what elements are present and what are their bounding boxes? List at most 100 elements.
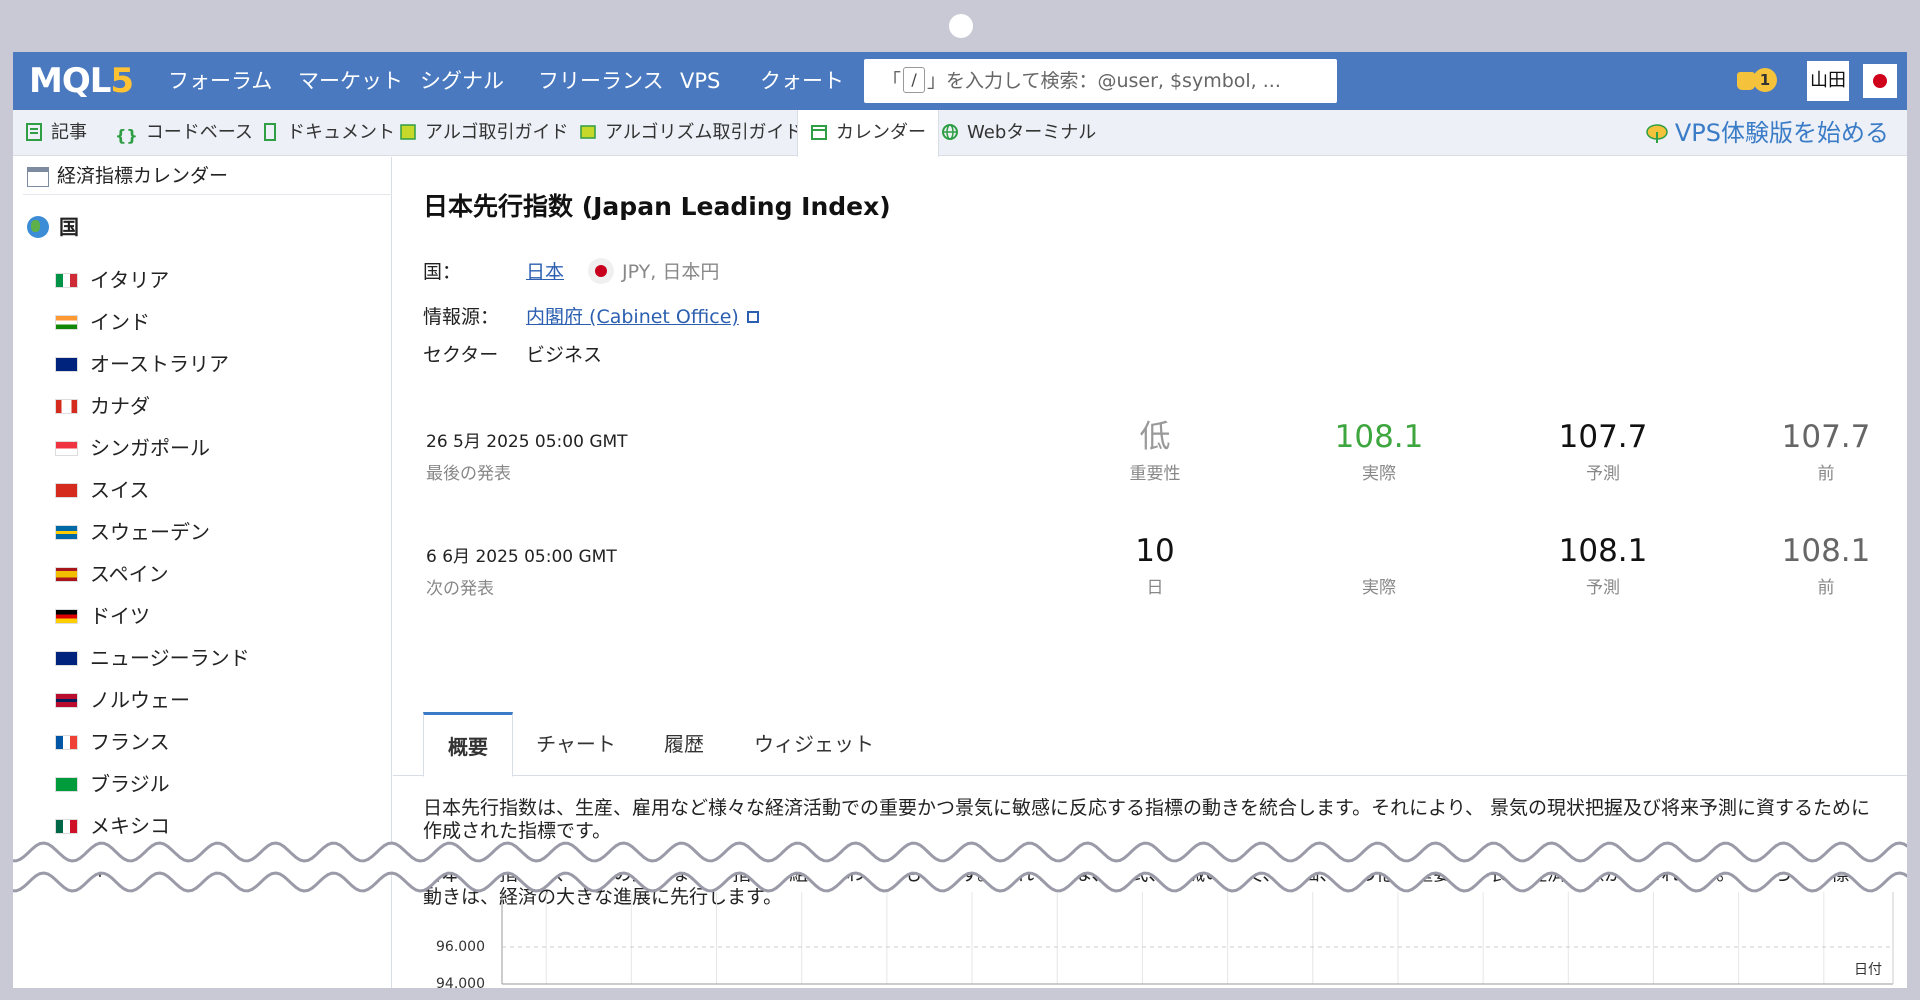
description-paragraph-1: 日本先行指数は、生産、雇用など様々な経済活動での重要かつ景気に敏感に反応する指標…: [423, 797, 1871, 842]
country-item-brazil[interactable]: ブラジル: [55, 763, 250, 805]
document-icon: [264, 123, 276, 141]
germany-flag-icon: [55, 609, 78, 624]
next-forecast-column: 108.1 予測: [1523, 533, 1683, 598]
country-label: オーストラリア: [90, 352, 229, 376]
torn-edge-divider: [13, 841, 1907, 893]
canada-flag-icon: [55, 399, 78, 414]
country-label: スペイン: [90, 562, 169, 586]
vps-trial-button[interactable]: VPS体験版を始める: [1645, 110, 1889, 156]
subnav-algorithmic-guide[interactable]: アルゴリズム取引ガイド: [579, 110, 802, 156]
country-label: ニュージーランド: [90, 646, 250, 670]
country-item-germany[interactable]: ドイツ: [55, 595, 250, 637]
brazil-flag-icon: [55, 777, 78, 792]
subnav-label: アルゴリズム取引ガイド: [605, 122, 803, 143]
singapore-flag-icon: [55, 441, 78, 456]
sector-value: ビジネス: [526, 344, 603, 366]
subnav-calendar[interactable]: カレンダー: [797, 110, 939, 157]
sidebar-title[interactable]: 経済指標カレンダー: [23, 157, 392, 195]
norway-flag-icon: [55, 693, 78, 708]
country-label: インド: [90, 310, 150, 334]
calendar-icon: [811, 125, 827, 140]
nav-forum[interactable]: フォーラム: [168, 52, 272, 110]
currency-text: JPY, 日本円: [622, 261, 720, 283]
switzerland-flag-icon: [55, 483, 78, 498]
sector-label: セクター: [423, 344, 499, 366]
subnav-label: アルゴ取引ガイド: [425, 122, 569, 143]
country-label: ドイツ: [90, 604, 150, 628]
previous-value: 107.7: [1781, 419, 1871, 455]
nav-quotes[interactable]: クォート: [760, 52, 844, 110]
actual-column: 108.1 実際: [1299, 419, 1459, 484]
search-shortcut-key: /: [903, 67, 926, 93]
tab-history[interactable]: 履歴: [639, 712, 729, 776]
country-label: フランス: [90, 730, 170, 754]
notification-badge: 1: [1753, 68, 1777, 92]
tab-chart[interactable]: チャート: [521, 712, 631, 776]
next-forecast-label: 予測: [1586, 578, 1620, 598]
country-item-australia[interactable]: オーストラリア: [55, 343, 250, 385]
country-label: スイス: [90, 478, 150, 502]
tab-widget[interactable]: ウィジェット: [739, 712, 889, 776]
next-actual-value: [1299, 533, 1459, 569]
country-link[interactable]: 日本: [526, 261, 564, 283]
country-item-spain[interactable]: スペイン: [55, 553, 250, 595]
next-forecast-value: 108.1: [1558, 533, 1648, 569]
last-release-label: 最後の発表: [426, 464, 511, 484]
next-previous-label: 前: [1817, 578, 1835, 598]
country-label: イタリア: [90, 268, 170, 292]
user-menu[interactable]: 山田: [1807, 61, 1849, 101]
japan-flag-icon: [588, 258, 615, 284]
source-label: 情報源：: [423, 306, 500, 328]
notifications-button[interactable]: 1: [1737, 68, 1777, 94]
subnav-codebase[interactable]: {} コードベース: [115, 110, 253, 156]
country-item-sweden[interactable]: スウェーデン: [55, 511, 250, 553]
search-input[interactable]: 「/ 」を入力して検索：@user, $symbol, ...: [864, 59, 1337, 103]
source-value: 内閣府 (Cabinet Office): [526, 302, 759, 329]
india-flag-icon: [55, 315, 78, 330]
country-item-india[interactable]: インド: [55, 301, 250, 343]
source-link[interactable]: 内閣府 (Cabinet Office): [526, 306, 739, 328]
country-item-switzerland[interactable]: スイス: [55, 469, 250, 511]
country-item-france[interactable]: フランス: [55, 721, 250, 763]
next-release-label: 次の発表: [426, 579, 494, 599]
country-item-new-zealand[interactable]: ニュージーランド: [55, 637, 250, 679]
tab-bar: 概要 チャート 履歴 ウィジェット: [393, 712, 1907, 777]
forecast-column: 107.7 予測: [1523, 419, 1683, 484]
subnav-algo-guide[interactable]: アルゴ取引ガイド: [399, 110, 568, 156]
previous-column: 107.7 前: [1746, 419, 1906, 484]
country-label: スウェーデン: [90, 520, 210, 544]
nav-vps[interactable]: VPS: [680, 52, 720, 110]
country-label: ブラジル: [90, 772, 170, 796]
sub-nav: 記事 {} コードベース ドキュメント アルゴ取引ガイド アルゴリズム取引ガイド …: [13, 110, 1907, 157]
days-value: 10: [1135, 533, 1175, 569]
mql5-logo[interactable]: MQL5: [29, 62, 134, 100]
spain-flag-icon: [55, 567, 78, 582]
previous-label: 前: [1817, 464, 1835, 484]
nav-market[interactable]: マーケット: [298, 52, 403, 110]
country-item-italy[interactable]: イタリア: [55, 259, 250, 301]
subnav-label: 記事: [51, 122, 87, 143]
sidebar-title-label: 経済指標カレンダー: [57, 165, 229, 187]
subnav-web-terminal[interactable]: Webターミナル: [941, 110, 1096, 156]
subnav-label: ドキュメント: [287, 122, 395, 143]
subnav-articles[interactable]: 記事: [25, 110, 87, 156]
search-prefix: 「: [882, 70, 902, 92]
sweden-flag-icon: [55, 525, 78, 540]
actual-label: 実際: [1362, 464, 1396, 484]
code-braces-icon: {}: [115, 126, 138, 145]
subnav-label: コードベース: [145, 122, 253, 143]
nav-freelance[interactable]: フリーランス: [538, 52, 664, 110]
browser-screen: MQL5 フォーラム マーケット シグナル フリーランス VPS クォート 「/…: [13, 52, 1907, 988]
country-item-norway[interactable]: ノルウェー: [55, 679, 250, 721]
external-link-icon: [746, 311, 759, 323]
importance-value: 低: [1139, 419, 1171, 455]
subnav-docs[interactable]: ドキュメント: [261, 110, 395, 156]
country-section-header: 国: [27, 214, 79, 240]
nav-signals[interactable]: シグナル: [420, 52, 504, 110]
tab-overview[interactable]: 概要: [423, 712, 513, 777]
country-item-singapore[interactable]: シンガポール: [55, 427, 250, 469]
france-flag-icon: [55, 735, 78, 750]
next-actual-label: 実際: [1362, 578, 1396, 598]
language-selector[interactable]: [1863, 64, 1897, 98]
country-item-canada[interactable]: カナダ: [55, 385, 250, 427]
